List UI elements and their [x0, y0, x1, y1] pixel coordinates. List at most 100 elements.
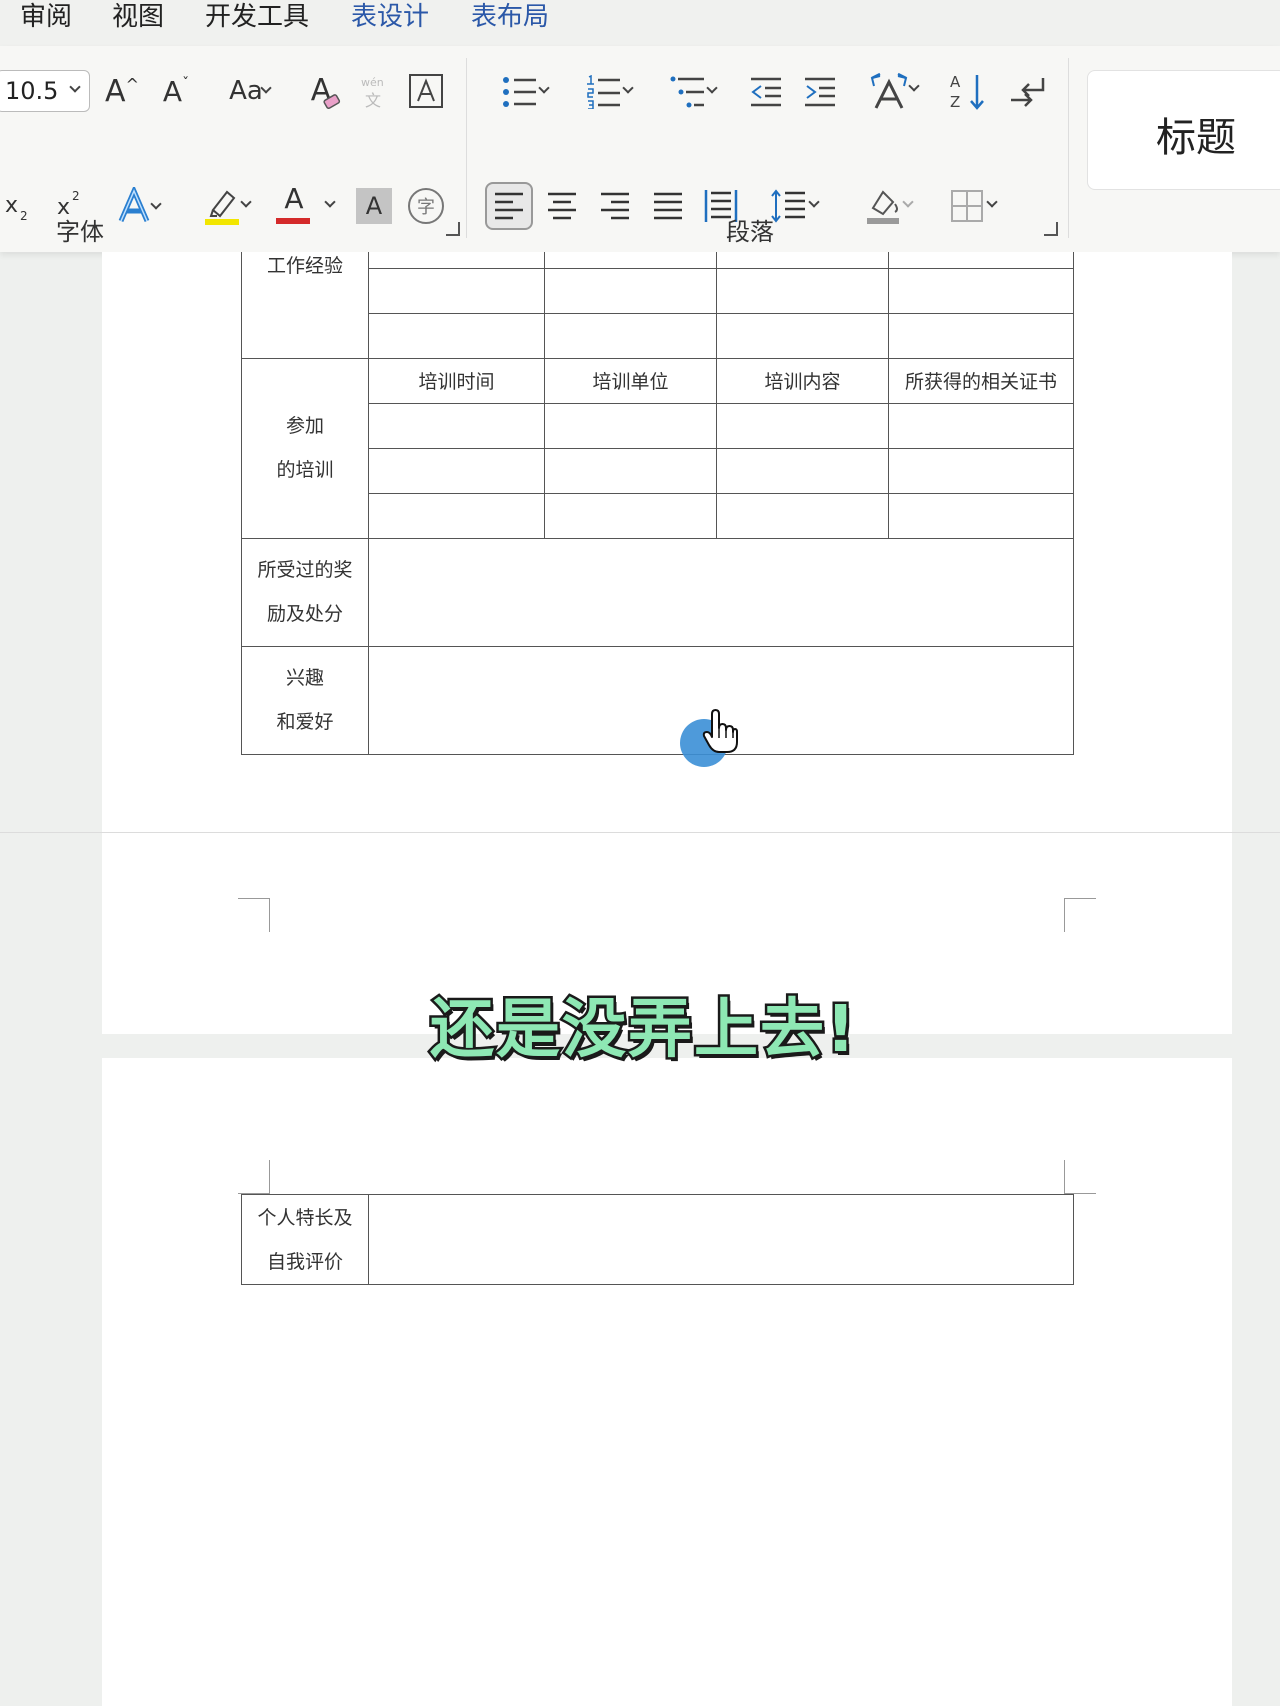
shrink-font-button[interactable]: Aˇ [156, 70, 196, 112]
awards-label-cell[interactable]: 所受过的奖 励及处分 [241, 537, 369, 647]
numbering-button[interactable] [574, 72, 634, 112]
table-cell[interactable] [716, 252, 889, 269]
text-effects-button[interactable] [104, 184, 164, 228]
highlighter-icon [205, 190, 239, 225]
training-label-cell[interactable]: 参加 的培训 [241, 357, 369, 539]
shading-button[interactable] [852, 184, 914, 228]
increase-indent-icon [805, 77, 835, 107]
multilevel-list-button[interactable] [658, 72, 718, 112]
ribbon-tab-bar: 审阅 视图 开发工具 表设计 表布局 [0, 0, 1280, 46]
tab-table-layout[interactable]: 表布局 [471, 0, 549, 34]
align-right-button[interactable] [597, 188, 633, 224]
work-experience-label-cell[interactable]: 工作经验 [241, 252, 369, 359]
decrease-indent-icon [751, 77, 781, 107]
char-shading-button[interactable]: A [356, 188, 392, 224]
paragraph-dialog-launcher-icon[interactable] [1044, 222, 1058, 236]
table-cell[interactable] [368, 252, 545, 269]
margin-corner-mark [238, 1160, 270, 1194]
group-divider [1068, 58, 1069, 238]
tab-table-design[interactable]: 表设计 [351, 0, 429, 34]
table-cell[interactable] [716, 447, 889, 494]
tab-view[interactable]: 视图 [112, 0, 164, 34]
resume-table-continued: 个人特长及 自我评价 [241, 1194, 1074, 1285]
grow-font-button[interactable]: A ^ [102, 70, 142, 112]
table-cell[interactable] [544, 492, 717, 539]
table-cell[interactable] [888, 447, 1074, 494]
table-cell[interactable] [368, 492, 545, 539]
table-cell[interactable] [716, 312, 889, 359]
paint-bucket-icon [867, 190, 899, 224]
hobbies-label-cell[interactable]: 兴趣 和爱好 [241, 645, 369, 755]
tab-review[interactable]: 审阅 [20, 0, 72, 34]
work-experience-label: 工作经验 [266, 255, 343, 277]
page-break-line [0, 832, 1280, 833]
clear-format-button[interactable]: A [300, 68, 342, 112]
align-left-button[interactable] [491, 188, 527, 224]
font-color-label: A [284, 182, 304, 215]
document-page-2 [102, 1058, 1232, 1706]
header-certificates[interactable]: 所获得的相关证书 [888, 357, 1074, 404]
svg-text:A: A [950, 73, 961, 91]
header-training-org[interactable]: 培训单位 [544, 357, 717, 404]
phonetic-guide-button[interactable]: wén 文 [356, 72, 392, 112]
char-border-button[interactable] [408, 72, 444, 110]
increase-indent-button[interactable] [800, 74, 840, 110]
chevron-down-icon [986, 196, 998, 208]
caret-up-icon: ^ [125, 74, 139, 94]
chevron-down-icon [908, 80, 920, 92]
svg-text:x: x [5, 193, 18, 218]
header-training-time[interactable]: 培训时间 [368, 357, 545, 404]
table-cell[interactable] [368, 402, 545, 449]
enclose-char-button[interactable]: 字 [408, 188, 444, 224]
font-size-value: 10.5 [5, 77, 59, 105]
decrease-indent-button[interactable] [746, 74, 786, 110]
video-subtitle: 还是没弄上去! [427, 991, 858, 1070]
align-left-icon [495, 192, 523, 220]
bullets-button[interactable] [490, 72, 550, 112]
table-cell[interactable] [368, 447, 545, 494]
table-cell[interactable] [544, 267, 717, 314]
justify-button[interactable] [650, 188, 686, 224]
eraser-icon [323, 94, 341, 109]
table-cell[interactable] [888, 267, 1074, 314]
tab-developer[interactable]: 开发工具 [205, 0, 309, 34]
self-evaluation-label-cell[interactable]: 个人特长及 自我评价 [241, 1194, 369, 1285]
self-evaluation-content-cell[interactable] [368, 1194, 1074, 1285]
style-title-button[interactable]: 标题 [1087, 70, 1280, 190]
table-cell[interactable] [716, 492, 889, 539]
table-cell[interactable] [544, 252, 717, 269]
table-cell[interactable] [368, 267, 545, 314]
change-case-button[interactable]: Aa [212, 70, 280, 112]
chevron-down-icon [324, 196, 336, 208]
header-training-content[interactable]: 培训内容 [716, 357, 889, 404]
table-cell[interactable] [368, 312, 545, 359]
chevron-down-icon [538, 82, 550, 94]
highlight-button[interactable] [190, 182, 256, 228]
text-effects-icon [118, 187, 150, 222]
char-border-icon [409, 74, 443, 108]
borders-button[interactable] [936, 186, 998, 226]
show-marks-button[interactable] [1008, 72, 1048, 112]
table-cell[interactable] [716, 402, 889, 449]
hobbies-label: 兴趣 和爱好 [276, 667, 334, 733]
table-row: 个人特长及 自我评价 [241, 1194, 1074, 1285]
font-color-button[interactable]: A [274, 182, 340, 228]
sort-button[interactable]: AZ [948, 70, 988, 112]
table-cell[interactable] [544, 312, 717, 359]
subscript-button[interactable]: x2 [2, 186, 34, 226]
font-size-select[interactable]: 10.5 [0, 70, 90, 112]
awards-content-cell[interactable] [368, 537, 1074, 647]
table-cell[interactable] [716, 267, 889, 314]
chinese-layout-button[interactable] [858, 70, 920, 112]
table-cell[interactable] [888, 492, 1074, 539]
table-cell[interactable] [544, 402, 717, 449]
paragraph-group-label: 段落 [726, 218, 774, 246]
font-dialog-launcher-icon[interactable] [446, 222, 460, 236]
align-center-button[interactable] [544, 188, 580, 224]
table-cell[interactable] [544, 447, 717, 494]
table-cell[interactable] [888, 252, 1074, 269]
svg-text:wén: wén [361, 76, 384, 89]
table-cell[interactable] [888, 402, 1074, 449]
table-cell[interactable] [888, 312, 1074, 359]
table-row: 参加 的培训 培训时间 培训单位 培训内容 所获得的相关证书 [241, 357, 1074, 539]
